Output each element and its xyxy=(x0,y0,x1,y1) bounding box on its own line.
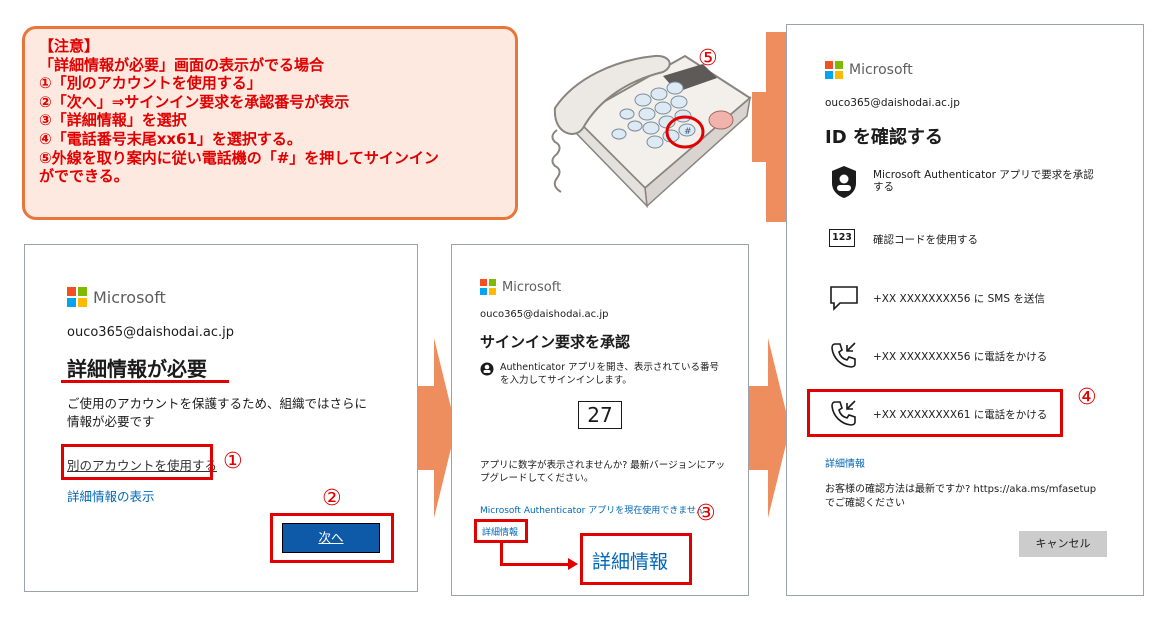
caution-note-box: 【注意】 「詳細情報が必要」画面の表示がでる場合 ①「別のアカウントを使用する」… xyxy=(22,26,518,220)
microsoft-logo: Microsoft xyxy=(825,61,913,79)
microsoft-wordmark: Microsoft xyxy=(849,62,913,78)
step-marker-4: ④ xyxy=(1077,385,1097,410)
authenticator-lock-icon xyxy=(832,166,856,198)
microsoft-logo: Microsoft xyxy=(67,287,166,307)
title-underline xyxy=(61,380,229,383)
highlight-box xyxy=(61,444,213,480)
instruction-text: Authenticator アプリを開き、表示されている番号を入力してサインイン… xyxy=(500,362,720,386)
option-sms[interactable]: +XX XXXXXXXX56 に SMS を送信 xyxy=(825,283,1125,313)
telephone-icon: # xyxy=(551,54,752,209)
note-line: ④「電話番号末尾xx61」を選択する。 xyxy=(39,129,302,148)
microsoft-logo: Microsoft xyxy=(480,279,561,295)
page-title: ID を確認する xyxy=(825,127,943,148)
microsoft-wordmark: Microsoft xyxy=(93,287,166,307)
next-button[interactable]: 次へ xyxy=(282,523,380,553)
cannot-use-app-link[interactable]: Microsoft Authenticator アプリを現在使用できません xyxy=(480,503,705,516)
arrow-right-icon xyxy=(412,338,456,518)
microsoft-wordmark: Microsoft xyxy=(502,279,562,295)
more-info-link[interactable]: 詳細情報 xyxy=(482,525,518,538)
note-line: ⑤外線を取り案内に従い電話機の「#」を押してサインイン xyxy=(39,148,439,167)
cancel-button[interactable]: キャンセル xyxy=(1019,531,1107,557)
note-line: 【注意】 xyxy=(39,37,100,55)
page-title: 詳細情報が必要 xyxy=(67,357,207,381)
step-marker-3: ③ xyxy=(696,501,716,526)
description-text: ご使用のアカウントを保護するため、組織ではさらに情報が必要です xyxy=(67,396,368,429)
verify-identity-panel: Microsoft ouco365@daishodai.ac.jp ID を確認… xyxy=(786,24,1144,596)
option-label: 確認コードを使用する xyxy=(873,234,978,246)
page-title: サインイン要求を承認 xyxy=(480,333,631,351)
telephone-illustration: # xyxy=(535,38,765,218)
step-marker-5: ⑤ xyxy=(698,46,718,71)
authenticator-lock-icon xyxy=(480,362,494,376)
connector-line xyxy=(500,543,503,565)
note-line: がでできる。 xyxy=(39,167,129,186)
phone-call-icon xyxy=(831,342,856,368)
arrow-right-icon xyxy=(746,338,790,518)
show-more-info-link[interactable]: 詳細情報の表示 xyxy=(67,486,155,505)
more-info-link[interactable]: 詳細情報 xyxy=(825,455,865,470)
microsoft-logo-icon xyxy=(825,61,843,79)
highlight-box xyxy=(807,389,1063,437)
connector-line xyxy=(500,563,570,566)
microsoft-logo-icon xyxy=(67,287,87,307)
step-marker-2: ② xyxy=(322,486,342,511)
option-label: +XX XXXXXXXX56 に電話をかける xyxy=(873,351,1048,363)
step-marker-1: ① xyxy=(223,449,243,474)
note-line: ①「別のアカウントを使用する」 xyxy=(39,74,262,93)
account-email: ouco365@daishodai.ac.jp xyxy=(825,97,960,109)
option-call-56[interactable]: +XX XXXXXXXX56 に電話をかける xyxy=(825,341,1125,371)
approval-number: 27 xyxy=(578,401,622,429)
note-line: ②「次へ」⇒サインイン要求を承認番号が表示 xyxy=(39,92,350,111)
more-info-zoom-label: 詳細情報 xyxy=(592,551,669,573)
upgrade-hint-text: アプリに数字が表示されませんか? 最新バージョンにアップグレードしてください。 xyxy=(480,460,726,484)
note-line: ③「詳細情報」を選択 xyxy=(39,111,187,130)
code-123-icon: 123 xyxy=(829,229,855,247)
option-authenticator-app[interactable]: Microsoft Authenticator アプリで要求を承認する xyxy=(825,163,1125,203)
note-line: 「詳細情報が必要」画面の表示がでる場合 xyxy=(39,55,325,74)
more-info-required-panel: Microsoft ouco365@daishodai.ac.jp 詳細情報が必… xyxy=(24,244,418,592)
footer-text: お客様の確認方法は最新ですか? https://aka.ms/mfasetup … xyxy=(825,484,1097,509)
svg-text:#: # xyxy=(684,127,692,137)
option-verification-code[interactable]: 123 確認コードを使用する xyxy=(825,227,1125,251)
option-label: +XX XXXXXXXX56 に SMS を送信 xyxy=(873,293,1045,305)
account-email: ouco365@daishodai.ac.jp xyxy=(480,309,609,320)
approve-signin-panel: Microsoft ouco365@daishodai.ac.jp サインイン要… xyxy=(451,244,749,596)
option-label: Microsoft Authenticator アプリで要求を承認する xyxy=(873,169,1094,193)
microsoft-logo-icon xyxy=(480,279,496,295)
arrow-head-icon xyxy=(568,558,578,570)
sms-chat-icon xyxy=(830,286,858,311)
account-email: ouco365@daishodai.ac.jp xyxy=(67,325,234,340)
